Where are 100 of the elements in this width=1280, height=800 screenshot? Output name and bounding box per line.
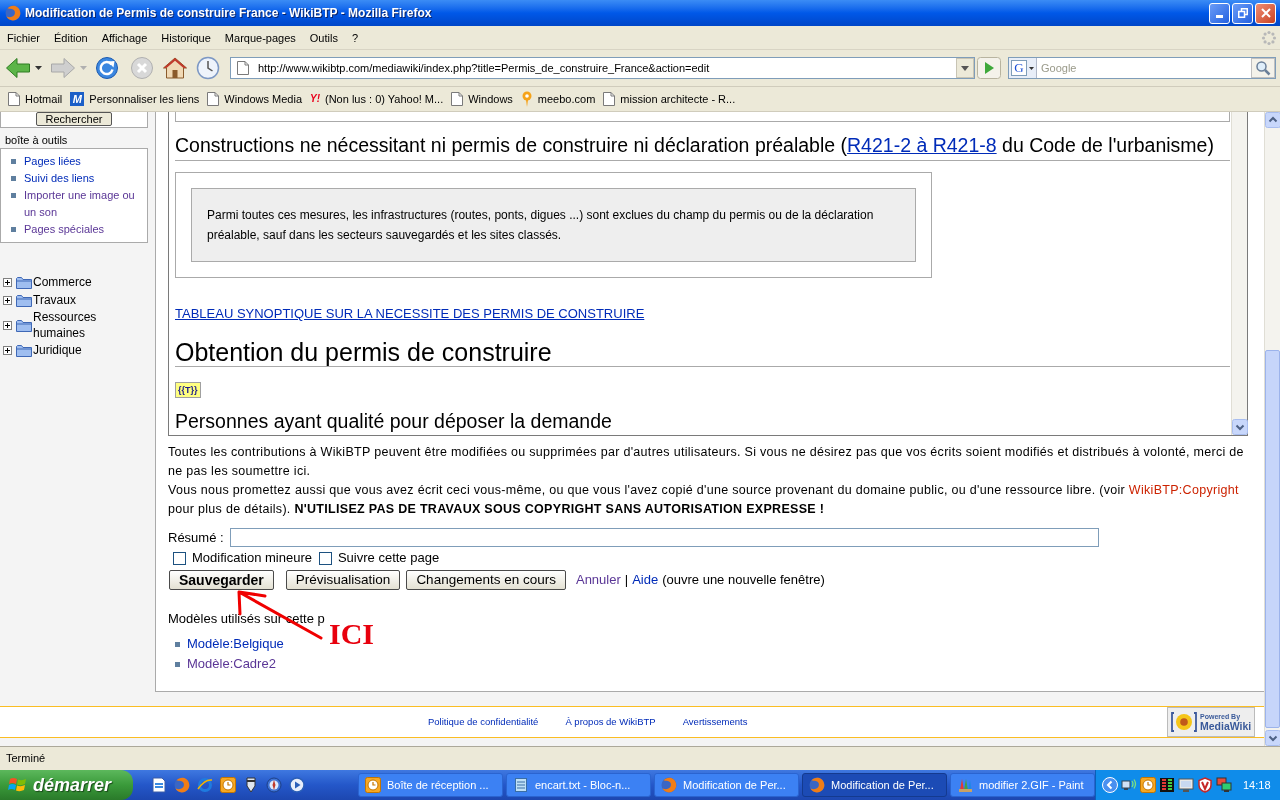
- menu-item[interactable]: Affichage: [94, 30, 155, 45]
- menu-item[interactable]: Fichier: [0, 30, 47, 45]
- expand-icon[interactable]: [3, 277, 12, 287]
- footer-link[interactable]: À propos de WikiBTP: [565, 714, 656, 730]
- window-title: Modification de Permis de construire France - WikiBTP - Mozilla Firefox: [25, 5, 432, 22]
- footer-link[interactable]: Avertissements: [682, 714, 748, 730]
- restore-button[interactable]: [1232, 2, 1253, 24]
- close-button[interactable]: [1255, 2, 1276, 24]
- shield-icon[interactable]: [1197, 777, 1213, 793]
- home-icon[interactable]: [162, 56, 188, 80]
- search-button[interactable]: Rechercher: [35, 112, 113, 126]
- app-icon[interactable]: [174, 777, 190, 793]
- app-icon: [5, 5, 21, 21]
- bookmark[interactable]: M Personnaliser les liens: [70, 90, 200, 108]
- checkbox-label: Suivre cette page: [337, 551, 440, 565]
- monitor-icon[interactable]: [1178, 777, 1194, 793]
- toolbox-link[interactable]: Pages liées: [24, 153, 81, 170]
- search-bar[interactable]: G Google: [1008, 57, 1276, 79]
- clock-icon[interactable]: [196, 56, 220, 80]
- taskbar-button[interactable]: Modification de Per...: [654, 773, 799, 797]
- caret-icon[interactable]: [35, 66, 42, 70]
- checkbox[interactable]: [173, 551, 186, 565]
- save-button[interactable]: Sauvegarder: [169, 570, 274, 590]
- bullet-icon: [11, 193, 16, 198]
- template-link[interactable]: Modèle:Cadre2: [187, 654, 276, 674]
- bookmark[interactable]: Windows Media: [207, 90, 302, 108]
- menu-item[interactable]: Historique: [154, 30, 218, 45]
- summary-field[interactable]: [229, 528, 1099, 547]
- start-button[interactable]: démarrer: [0, 770, 133, 800]
- reload-icon[interactable]: [95, 56, 119, 80]
- taskbar-button[interactable]: encart.txt - Bloc-n...: [506, 773, 651, 797]
- scroll-up-icon[interactable]: [1265, 112, 1280, 128]
- clock-icon: [365, 777, 381, 793]
- search-icon[interactable]: [1251, 58, 1275, 78]
- search-field[interactable]: Google: [1041, 60, 1251, 76]
- meter-icon[interactable]: [1159, 777, 1175, 793]
- page-link[interactable]: TABLEAU SYNOPTIQUE SUR LA NECESSITE DES PERMIS DE CONSTRUIRE: [175, 304, 645, 324]
- cancel-link[interactable]: Annuler: [575, 570, 621, 590]
- document-icon[interactable]: [151, 777, 167, 793]
- toolbox-link[interactable]: Pages spéciales: [24, 221, 105, 238]
- separator-text: |: [624, 571, 629, 590]
- menu-item[interactable]: Édition: [47, 30, 95, 45]
- expand-icon[interactable]: [3, 295, 12, 305]
- bookmark[interactable]: Hotmail: [8, 90, 63, 108]
- screens-icon[interactable]: [1216, 777, 1232, 793]
- checkbox-label: Modification mineure: [192, 551, 312, 565]
- bookmark[interactable]: mission architecte - R...: [603, 90, 736, 108]
- toolbox-link[interactable]: Suivi des liens: [24, 170, 95, 187]
- form-button[interactable]: Changements en cours: [406, 570, 566, 590]
- tree-item[interactable]: Juridique: [33, 342, 82, 358]
- address-field[interactable]: http://www.wikibtp.com/mediawiki/index.php?title=Permis_de_construire_France&action=edit: [258, 60, 956, 76]
- bullet-icon: [11, 176, 16, 181]
- network-icon[interactable]: [1121, 777, 1137, 793]
- copyright-link[interactable]: WikiBTP:Copyright: [1128, 483, 1239, 497]
- annotation-label: ICI: [329, 618, 374, 650]
- menu-item[interactable]: ?: [344, 30, 366, 45]
- menu-item[interactable]: Outils: [302, 30, 345, 45]
- pen-icon[interactable]: [243, 777, 259, 793]
- heading-link[interactable]: R421-2 à R421-8: [847, 134, 997, 156]
- taskbar-button[interactable]: modifier 2.GIF - Paint: [950, 773, 1095, 797]
- bookmark[interactable]: Windows: [451, 90, 513, 108]
- bookmark[interactable]: Y! (Non lus : 0) Yahoo! M...: [310, 90, 444, 108]
- address-bar[interactable]: http://www.wikibtp.com/mediawiki/index.php?title=Permis_de_construire_France&action=edit: [230, 57, 975, 79]
- caret-icon[interactable]: [1029, 66, 1034, 70]
- clock-icon[interactable]: [220, 777, 236, 793]
- play-icon[interactable]: [289, 777, 305, 793]
- menu-item[interactable]: Marque-pages: [217, 30, 303, 45]
- form-button[interactable]: Prévisualisation: [285, 570, 401, 590]
- summary-label: Résumé :: [168, 529, 224, 546]
- back-arrow-icon[interactable]: [5, 56, 31, 80]
- minimize-button[interactable]: [1209, 2, 1230, 24]
- section-heading: Obtention du permis de construire: [175, 338, 552, 366]
- toolbox-link[interactable]: Importer une image ou un son: [24, 187, 143, 221]
- footer-link[interactable]: Politique de confidentialité: [428, 714, 539, 730]
- help-link[interactable]: Aide: [632, 570, 659, 590]
- scrollbar-thumb[interactable]: [1265, 350, 1280, 728]
- scroll-down-icon[interactable]: [1265, 730, 1280, 746]
- tree-item[interactable]: Ressources humaines: [33, 309, 140, 341]
- expand-icon[interactable]: [3, 320, 12, 330]
- loading-indicator-icon: [1261, 29, 1277, 46]
- compass-icon[interactable]: [266, 777, 282, 793]
- taskbar-button[interactable]: Modification de Per...: [802, 773, 947, 797]
- bullet-icon: [175, 661, 180, 667]
- taskbar-button[interactable]: Boîte de réception ...: [358, 773, 503, 797]
- orbit-icon[interactable]: [197, 777, 213, 793]
- folder-icon: [16, 318, 32, 332]
- bookmark[interactable]: meebo.com: [520, 90, 596, 108]
- app-icon: [809, 777, 825, 793]
- checkbox[interactable]: [318, 551, 332, 565]
- folder-icon: [16, 275, 32, 289]
- scroll-down-icon[interactable]: [1232, 419, 1248, 435]
- tree-item[interactable]: Commerce: [33, 274, 92, 290]
- template-link[interactable]: Modèle:Belgique: [187, 634, 284, 654]
- page-icon: [207, 92, 220, 106]
- expand-icon[interactable]: [3, 345, 12, 355]
- clock-icon[interactable]: [1140, 777, 1156, 793]
- status-text: Terminé: [6, 751, 46, 767]
- search-engine-button[interactable]: G: [1009, 58, 1037, 78]
- tree-item[interactable]: Travaux: [33, 292, 76, 308]
- badge-title: MediaWiki: [1200, 720, 1252, 732]
